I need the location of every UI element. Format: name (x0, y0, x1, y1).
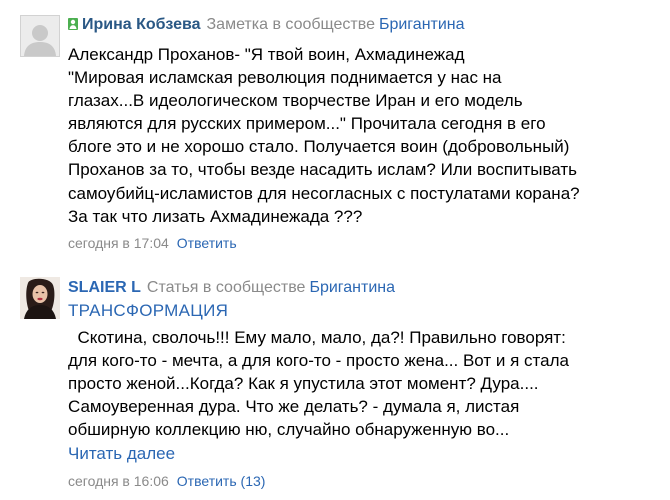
post-kind: Заметка в сообществе (206, 16, 375, 33)
avatar[interactable] (20, 277, 60, 319)
community-link[interactable]: Бригантина (309, 279, 395, 296)
post-text-line: Проханов за то, чтобы везде насадить исл… (68, 160, 578, 180)
post-text-line: За так что лизать Ахмадинежада ??? (68, 206, 363, 226)
post-item: Ирина Кобзева Заметка в сообществе Бригант… (0, 0, 670, 262)
post-text-line: блоге это и не хорошо стало. Получается … (68, 137, 570, 157)
post-text-line: "Мировая исламская революция поднимается… (68, 68, 502, 88)
post-kind: Статья в сообществе (146, 279, 306, 296)
post-footer: сегодня в 17:04 Ответить (68, 234, 237, 252)
author-link[interactable]: Ирина Кобзева (82, 16, 201, 33)
timestamp: сегодня в 17:04 (68, 235, 169, 251)
read-more-link[interactable]: Читать далее (68, 444, 175, 464)
default-avatar-icon (21, 16, 59, 56)
author-link[interactable]: SLAIER L (68, 279, 141, 296)
post-text-line: самоубийц-исламистов для несогласных с п… (68, 183, 580, 203)
post-text-line: просто женой...Когда? Как я упустила это… (68, 374, 539, 394)
post-header: SLAIER L Статья в сообществе Бригантина (68, 278, 395, 298)
post-text-line: Александр Проханов- "Я твой воин, Ахмади… (68, 45, 465, 64)
reply-link[interactable]: Ответить (177, 235, 237, 251)
post-text-line: являются для русских примером..." Прочит… (68, 114, 546, 134)
post-header: Ирина Кобзева Заметка в сообществе Бригант… (68, 15, 465, 35)
post-text-line: Скотина, сволочь!!! Ему мало, мало, да?!… (68, 328, 566, 347)
post-text-line: для кого-то - мечта, а для кого-то - про… (68, 351, 569, 371)
post-text-line: глазах...В идеологическом творчестве Ира… (68, 91, 523, 111)
reply-link[interactable]: Ответить (13) (177, 473, 266, 489)
community-link[interactable]: Бригантина (379, 16, 465, 33)
avatar[interactable] (20, 15, 60, 57)
user-photo-icon (20, 277, 60, 319)
post-text: Александр Проханов- "Я твой воин, Ахмади… (68, 43, 660, 228)
post-title-link[interactable]: ТРАНСФОРМАЦИЯ (68, 301, 228, 321)
post-footer: сегодня в 16:06 Ответить (13) (68, 472, 265, 490)
online-status-icon (68, 16, 78, 30)
timestamp: сегодня в 16:06 (68, 473, 169, 489)
post-text-line: Самоуверенная дура. Что же делать? - дум… (68, 397, 520, 417)
post-text-line: обширную коллекцию ню, случайно обнаруже… (68, 420, 510, 440)
post-text: Скотина, сволочь!!! Ему мало, мало, да?!… (68, 326, 660, 441)
post-item: SLAIER L Статья в сообществе Бригантина ТР… (0, 262, 670, 500)
